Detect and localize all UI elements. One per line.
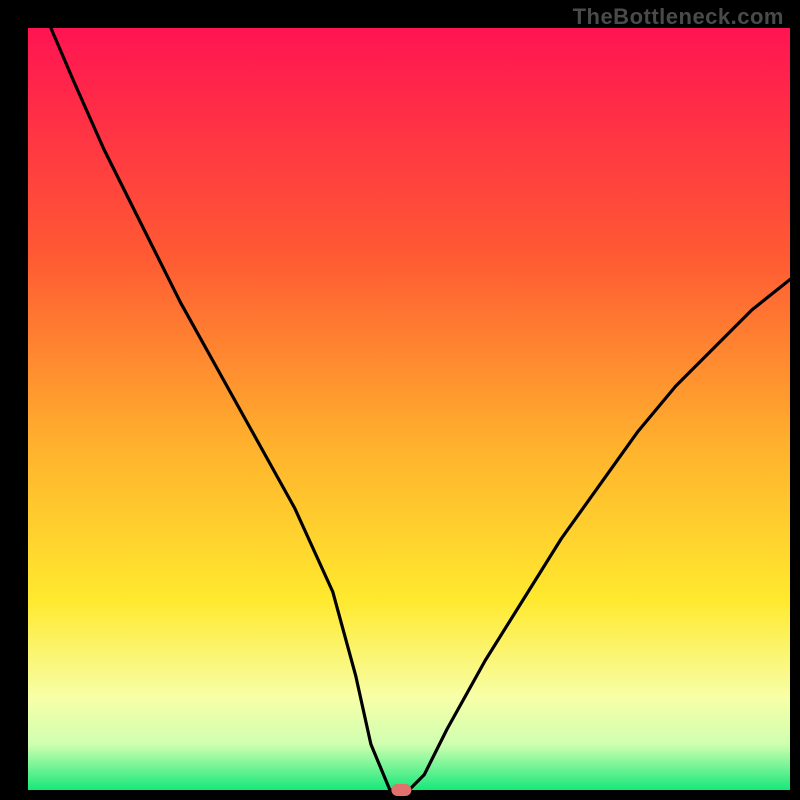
bottleneck-chart	[0, 0, 800, 800]
optimal-point-marker	[391, 784, 411, 796]
plot-background	[28, 28, 790, 790]
watermark-text: TheBottleneck.com	[573, 4, 784, 30]
chart-frame: TheBottleneck.com	[0, 0, 800, 800]
